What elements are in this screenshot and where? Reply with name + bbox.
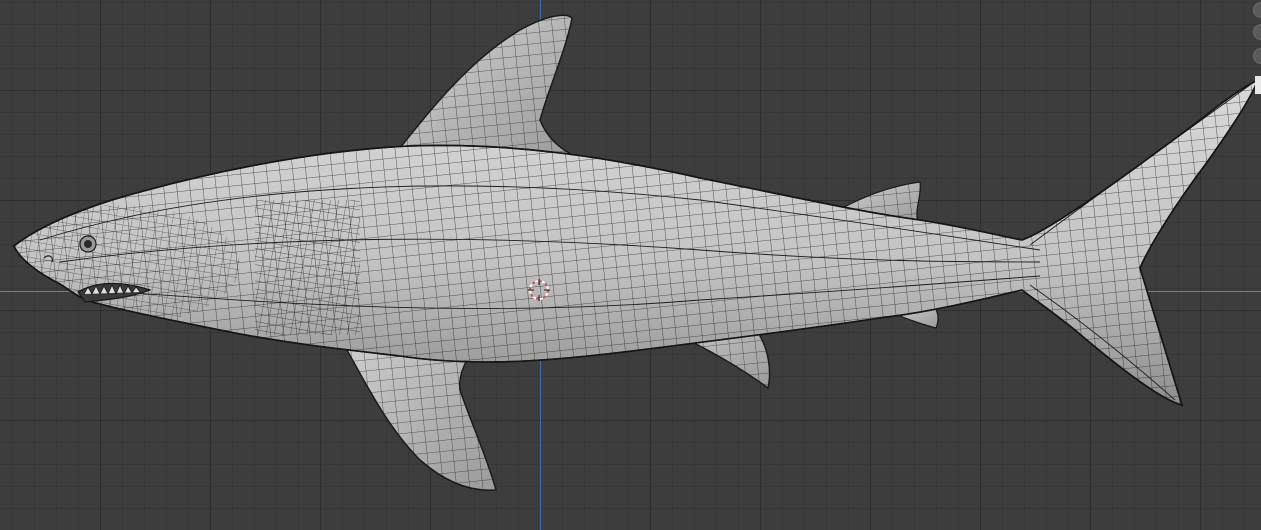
sidebar-toggle-tab[interactable] (1255, 76, 1261, 94)
3d-viewport[interactable] (0, 0, 1261, 530)
3d-cursor-icon[interactable] (528, 279, 550, 301)
shark-body[interactable] (0, 0, 1261, 530)
shark-mesh[interactable] (0, 0, 1261, 530)
dorsal-fin[interactable] (398, 14, 581, 161)
eye (79, 235, 97, 253)
